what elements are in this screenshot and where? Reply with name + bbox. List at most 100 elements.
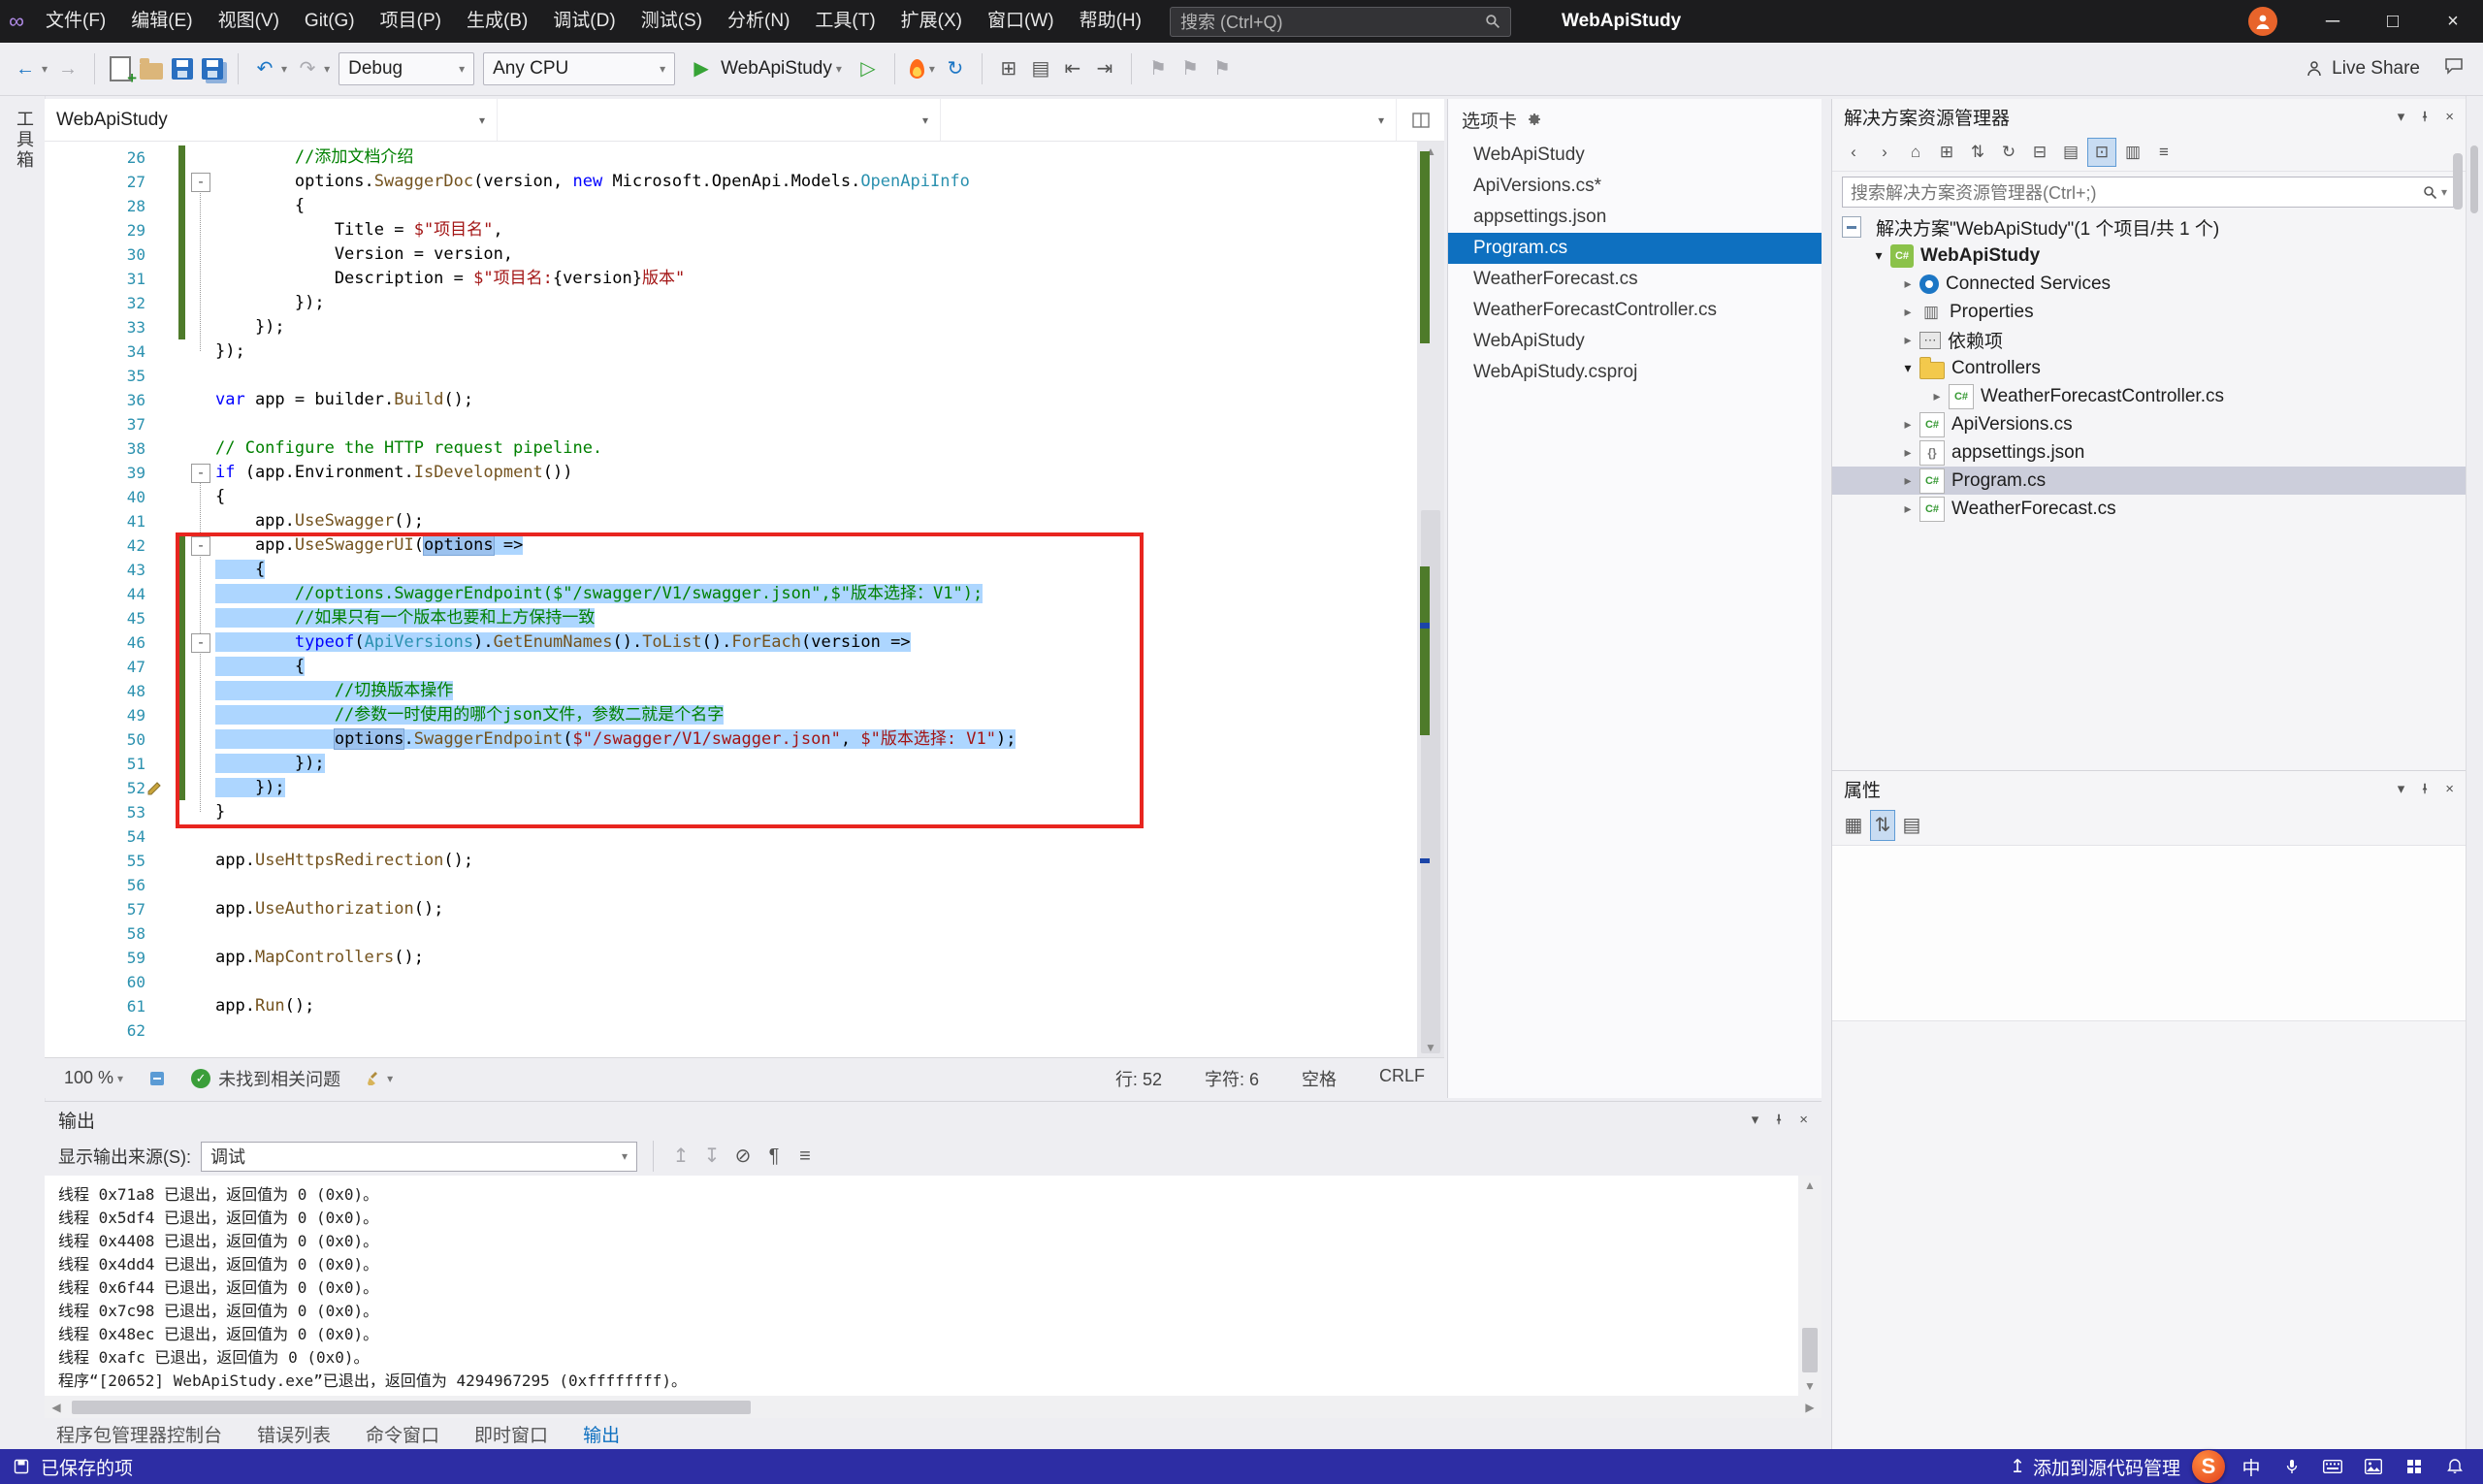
code-line[interactable]: 57app.UseAuthorization();: [45, 897, 1417, 921]
menu-item[interactable]: 项目(P): [368, 0, 454, 43]
menu-item[interactable]: 文件(F): [33, 0, 118, 43]
line-indicator[interactable]: 行: 52: [1115, 1066, 1162, 1091]
list-members-icon[interactable]: ▤: [1029, 54, 1052, 83]
output-source-dropdown[interactable]: 调试 ▾: [201, 1142, 637, 1172]
split-window-icon[interactable]: [1397, 99, 1444, 141]
save-all-button[interactable]: [202, 58, 223, 80]
start-without-debugging-button[interactable]: ▷: [856, 54, 880, 83]
preview-code-icon[interactable]: ≡: [2150, 139, 2177, 166]
editor-vertical-scrollbar[interactable]: ▲ ▼: [1417, 142, 1444, 1057]
image-icon[interactable]: [2359, 1449, 2388, 1484]
live-share-button[interactable]: Live Share: [2305, 58, 2434, 80]
pin-icon[interactable]: [1772, 1112, 1786, 1127]
scroll-down-icon[interactable]: ▼: [1798, 1376, 1822, 1396]
toolbox-side-tab[interactable]: 工具箱: [0, 96, 46, 1449]
refresh-icon[interactable]: ↻: [1995, 139, 2022, 166]
fold-collapse-icon[interactable]: -: [191, 464, 210, 483]
code-line[interactable]: 62: [45, 1018, 1417, 1043]
tool-tab[interactable]: 程序包管理器控制台: [56, 1421, 222, 1447]
char-indicator[interactable]: 字符: 6: [1205, 1066, 1259, 1091]
tree-item[interactable]: ▸Properties: [1832, 298, 2466, 326]
menu-item[interactable]: 扩展(X): [888, 0, 975, 43]
code-line[interactable]: 55app.UseHttpsRedirection();: [45, 849, 1417, 873]
tree-item[interactable]: ▸Program.cs: [1832, 467, 2466, 495]
clear-all-icon[interactable]: ⊘: [731, 1142, 755, 1171]
gear-icon[interactable]: [1527, 112, 1542, 127]
save-button[interactable]: [172, 58, 193, 80]
edge-scrollbar-thumb[interactable]: [2470, 145, 2478, 213]
menu-item[interactable]: 生成(B): [454, 0, 540, 43]
account-avatar[interactable]: [2248, 7, 2277, 36]
document-tab[interactable]: WeatherForecast.cs: [1448, 264, 1822, 295]
expand-icon[interactable]: ▸: [1896, 332, 1919, 348]
code-line[interactable]: 56: [45, 873, 1417, 897]
code-line[interactable]: 54: [45, 824, 1417, 849]
redo-button[interactable]: ↷: [296, 54, 319, 83]
solution-configuration-dropdown[interactable]: Debug▾: [339, 52, 474, 85]
code-line[interactable]: 49 //参数一时使用的哪个json文件，参数二就是个名字: [45, 703, 1417, 727]
bell-icon[interactable]: [2440, 1449, 2469, 1484]
collapse-icon[interactable]: ▾: [1867, 247, 1890, 264]
properties-grid[interactable]: [1832, 846, 2466, 1021]
code-line[interactable]: 60: [45, 970, 1417, 994]
solution-platform-dropdown[interactable]: Any CPU▾: [483, 52, 675, 85]
switch-views-icon[interactable]: ⊞: [1933, 139, 1960, 166]
code-line[interactable]: 47 {: [45, 655, 1417, 679]
expand-icon[interactable]: ▸: [1925, 388, 1949, 404]
alphabetical-icon[interactable]: ⇅: [1871, 811, 1894, 840]
code-line[interactable]: 46- typeof(ApiVersions).GetEnumNames().T…: [45, 630, 1417, 655]
code-line[interactable]: 37: [45, 412, 1417, 436]
forward-icon[interactable]: ›: [1871, 139, 1898, 166]
menu-item[interactable]: 窗口(W): [975, 0, 1067, 43]
quick-actions-icon[interactable]: [145, 778, 165, 802]
collapse-all-icon[interactable]: ⊟: [2026, 139, 2053, 166]
close-icon[interactable]: ×: [1799, 1112, 1808, 1128]
code-cleanup-button[interactable]: ▾: [366, 1070, 393, 1087]
fold-collapse-icon[interactable]: -: [191, 633, 210, 653]
open-file-button[interactable]: [140, 63, 163, 80]
document-tab[interactable]: ApiVersions.cs*: [1448, 171, 1822, 202]
code-line[interactable]: 52 });: [45, 776, 1417, 800]
expand-icon[interactable]: ▸: [1896, 444, 1919, 461]
expand-icon[interactable]: ▸: [1896, 472, 1919, 489]
code-line[interactable]: 34});: [45, 339, 1417, 364]
fold-collapse-icon[interactable]: -: [191, 173, 210, 192]
solution-explorer-scrollbar[interactable]: [2453, 153, 2463, 210]
start-debugging-button[interactable]: ▶ WebApiStudy ▾: [684, 54, 848, 83]
restart-button[interactable]: ↻: [944, 54, 967, 83]
tool-tab[interactable]: 即时窗口: [474, 1421, 548, 1447]
snipaste-tray-icon[interactable]: S: [2192, 1450, 2225, 1483]
code-line[interactable]: 27- options.SwaggerDoc(version, new Micr…: [45, 170, 1417, 194]
code-line[interactable]: 36var app = builder.Build();: [45, 388, 1417, 412]
window-position-icon[interactable]: ▾: [2398, 780, 2405, 797]
bookmark-icon[interactable]: ⚑: [1146, 54, 1170, 83]
editor-window-icon[interactable]: ⊞: [997, 54, 1020, 83]
tree-item[interactable]: ▸WeatherForecastController.cs: [1832, 382, 2466, 410]
send-feedback-icon[interactable]: [2442, 54, 2466, 83]
expand-icon[interactable]: ▸: [1896, 416, 1919, 433]
code-line[interactable]: 33 });: [45, 315, 1417, 339]
scroll-down-icon[interactable]: ▼: [1417, 1038, 1444, 1057]
output-log[interactable]: 线程 0x71a8 已退出，返回值为 0 (0x0)。线程 0x5df4 已退出…: [45, 1176, 1822, 1396]
project-dropdown[interactable]: WebApiStudy ▾: [45, 99, 498, 141]
categorized-icon[interactable]: ▦: [1842, 811, 1865, 840]
scroll-left-icon[interactable]: ◀: [45, 1401, 68, 1414]
code-line[interactable]: 50 options.SwaggerEndpoint($"/swagger/V1…: [45, 727, 1417, 752]
tool-tab[interactable]: 输出: [583, 1421, 620, 1447]
expand-icon[interactable]: ▸: [1896, 304, 1919, 320]
code-line[interactable]: 44 //options.SwaggerEndpoint($"/swagger/…: [45, 582, 1417, 606]
tree-item[interactable]: ▸WeatherForecast.cs: [1832, 495, 2466, 523]
properties-icon[interactable]: ▥: [2119, 139, 2146, 166]
code-line[interactable]: 53}: [45, 800, 1417, 824]
code-line[interactable]: 30 Version = version,: [45, 242, 1417, 267]
document-tab[interactable]: WeatherForecastController.cs: [1448, 295, 1822, 326]
sync-active-document-icon[interactable]: ⊡: [2088, 139, 2115, 166]
code-line[interactable]: 40{: [45, 485, 1417, 509]
code-line[interactable]: 61app.Run();: [45, 994, 1417, 1018]
property-pages-icon[interactable]: ▤: [1900, 811, 1923, 840]
output-vertical-scrollbar[interactable]: ▲ ▼: [1798, 1176, 1822, 1396]
code-line[interactable]: 28 {: [45, 194, 1417, 218]
new-file-button[interactable]: [110, 56, 131, 81]
sync-selection-icon[interactable]: ⇅: [1964, 139, 1991, 166]
hot-reload-icon[interactable]: [910, 59, 924, 79]
